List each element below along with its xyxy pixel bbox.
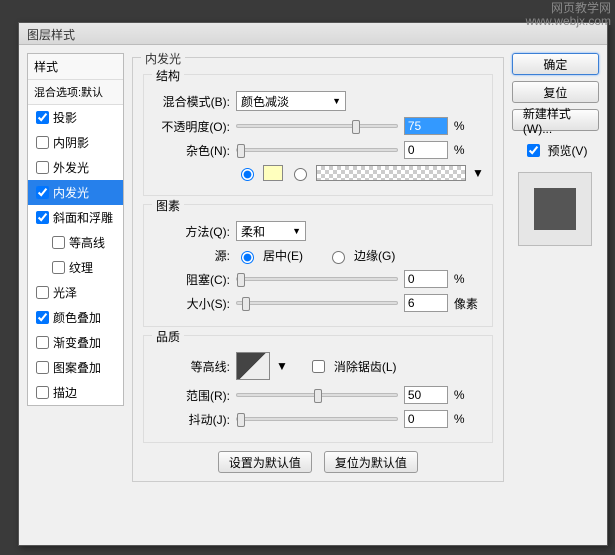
source-edge-radio[interactable] (332, 251, 345, 264)
choke-label: 阻塞(C): (152, 271, 230, 288)
sidebar-item-8[interactable]: 颜色叠加 (28, 305, 123, 330)
source-label: 源: (152, 247, 230, 264)
size-label: 大小(S): (152, 295, 230, 312)
sidebar-item-7[interactable]: 光泽 (28, 280, 123, 305)
action-column: 确定 复位 新建样式(W)... 预览(V) (512, 53, 599, 537)
sidebar-item-2[interactable]: 外发光 (28, 155, 123, 180)
cancel-button[interactable]: 复位 (512, 81, 599, 103)
style-label: 渐变叠加 (53, 334, 101, 351)
source-center-radio[interactable] (241, 251, 254, 264)
elements-legend: 图素 (152, 197, 184, 214)
opacity-slider[interactable] (236, 124, 398, 128)
layer-style-dialog: 图层样式 样式 混合选项:默认 投影内阴影外发光内发光斜面和浮雕等高线纹理光泽颜… (18, 22, 608, 546)
style-checkbox[interactable] (36, 361, 49, 374)
style-label: 内发光 (53, 184, 89, 201)
opacity-input[interactable]: 75 (404, 117, 448, 135)
dialog-title: 图层样式 (27, 28, 75, 42)
chevron-down-icon[interactable]: ▼ (276, 359, 288, 373)
style-label: 描边 (53, 384, 77, 401)
preview-checkbox[interactable] (527, 144, 540, 157)
style-checkbox[interactable] (52, 261, 65, 274)
range-slider[interactable] (236, 393, 398, 397)
style-checkbox[interactable] (36, 386, 49, 399)
set-default-button[interactable]: 设置为默认值 (218, 451, 312, 473)
style-label: 等高线 (69, 234, 105, 251)
gradient-radio[interactable] (294, 168, 307, 181)
dialog-titlebar: 图层样式 (19, 23, 607, 45)
style-label: 投影 (53, 109, 77, 126)
style-label: 外发光 (53, 159, 89, 176)
size-slider[interactable] (236, 301, 398, 305)
choke-input[interactable]: 0 (404, 270, 448, 288)
sidebar-item-5[interactable]: 等高线 (28, 230, 123, 255)
sidebar-item-6[interactable]: 纹理 (28, 255, 123, 280)
sidebar-item-3[interactable]: 内发光 (28, 180, 123, 205)
style-sidebar: 样式 混合选项:默认 投影内阴影外发光内发光斜面和浮雕等高线纹理光泽颜色叠加渐变… (27, 53, 124, 537)
color-radio[interactable] (241, 168, 254, 181)
style-checkbox[interactable] (52, 236, 65, 249)
ok-button[interactable]: 确定 (512, 53, 599, 75)
sidebar-item-0[interactable]: 投影 (28, 105, 123, 130)
blend-mode-label: 混合模式(B): (152, 93, 230, 110)
preview-box (518, 172, 592, 246)
preview-swatch (534, 188, 576, 230)
choke-slider[interactable] (236, 277, 398, 281)
style-checkbox[interactable] (36, 336, 49, 349)
chevron-down-icon: ▼ (292, 226, 301, 236)
method-dropdown[interactable]: 柔和 ▼ (236, 221, 306, 241)
color-swatch[interactable] (263, 165, 283, 181)
antialias-checkbox[interactable] (312, 360, 325, 373)
sidebar-item-1[interactable]: 内阴影 (28, 130, 123, 155)
quality-legend: 品质 (152, 328, 184, 345)
style-label: 纹理 (69, 259, 93, 276)
style-checkbox[interactable] (36, 111, 49, 124)
reset-default-button[interactable]: 复位为默认值 (324, 451, 418, 473)
jitter-slider[interactable] (236, 417, 398, 421)
sidebar-item-4[interactable]: 斜面和浮雕 (28, 205, 123, 230)
style-checkbox[interactable] (36, 286, 49, 299)
blend-mode-dropdown[interactable]: 颜色减淡 ▼ (236, 91, 346, 111)
style-checkbox[interactable] (36, 161, 49, 174)
size-input[interactable]: 6 (404, 294, 448, 312)
blend-options-header[interactable]: 混合选项:默认 (28, 80, 123, 105)
opacity-label: 不透明度(O): (152, 118, 230, 135)
chevron-down-icon: ▼ (332, 96, 341, 106)
sidebar-item-10[interactable]: 图案叠加 (28, 355, 123, 380)
contour-label: 等高线: (152, 358, 230, 375)
noise-input[interactable]: 0 (404, 141, 448, 159)
method-label: 方法(Q): (152, 223, 230, 240)
style-checkbox[interactable] (36, 186, 49, 199)
style-label: 颜色叠加 (53, 309, 101, 326)
structure-legend: 结构 (152, 67, 184, 84)
gradient-swatch[interactable] (316, 165, 466, 181)
range-input[interactable]: 50 (404, 386, 448, 404)
style-checkbox[interactable] (36, 136, 49, 149)
style-label: 光泽 (53, 284, 77, 301)
styles-header[interactable]: 样式 (28, 54, 123, 80)
panel-title: 内发光 (141, 50, 185, 67)
style-label: 内阴影 (53, 134, 89, 151)
jitter-input[interactable]: 0 (404, 410, 448, 428)
style-label: 斜面和浮雕 (53, 209, 113, 226)
sidebar-item-11[interactable]: 描边 (28, 380, 123, 405)
settings-panel: 内发光 结构 混合模式(B): 颜色减淡 ▼ 不透明度(O): 75 (132, 53, 504, 537)
style-label: 图案叠加 (53, 359, 101, 376)
chevron-down-icon[interactable]: ▼ (472, 166, 484, 180)
sidebar-item-9[interactable]: 渐变叠加 (28, 330, 123, 355)
contour-picker[interactable] (236, 352, 270, 380)
watermark: 网页教学网 www.webjx.com (526, 2, 611, 28)
noise-label: 杂色(N): (152, 142, 230, 159)
new-style-button[interactable]: 新建样式(W)... (512, 109, 599, 131)
noise-slider[interactable] (236, 148, 398, 152)
style-checkbox[interactable] (36, 211, 49, 224)
style-checkbox[interactable] (36, 311, 49, 324)
range-label: 范围(R): (152, 387, 230, 404)
jitter-label: 抖动(J): (152, 411, 230, 428)
